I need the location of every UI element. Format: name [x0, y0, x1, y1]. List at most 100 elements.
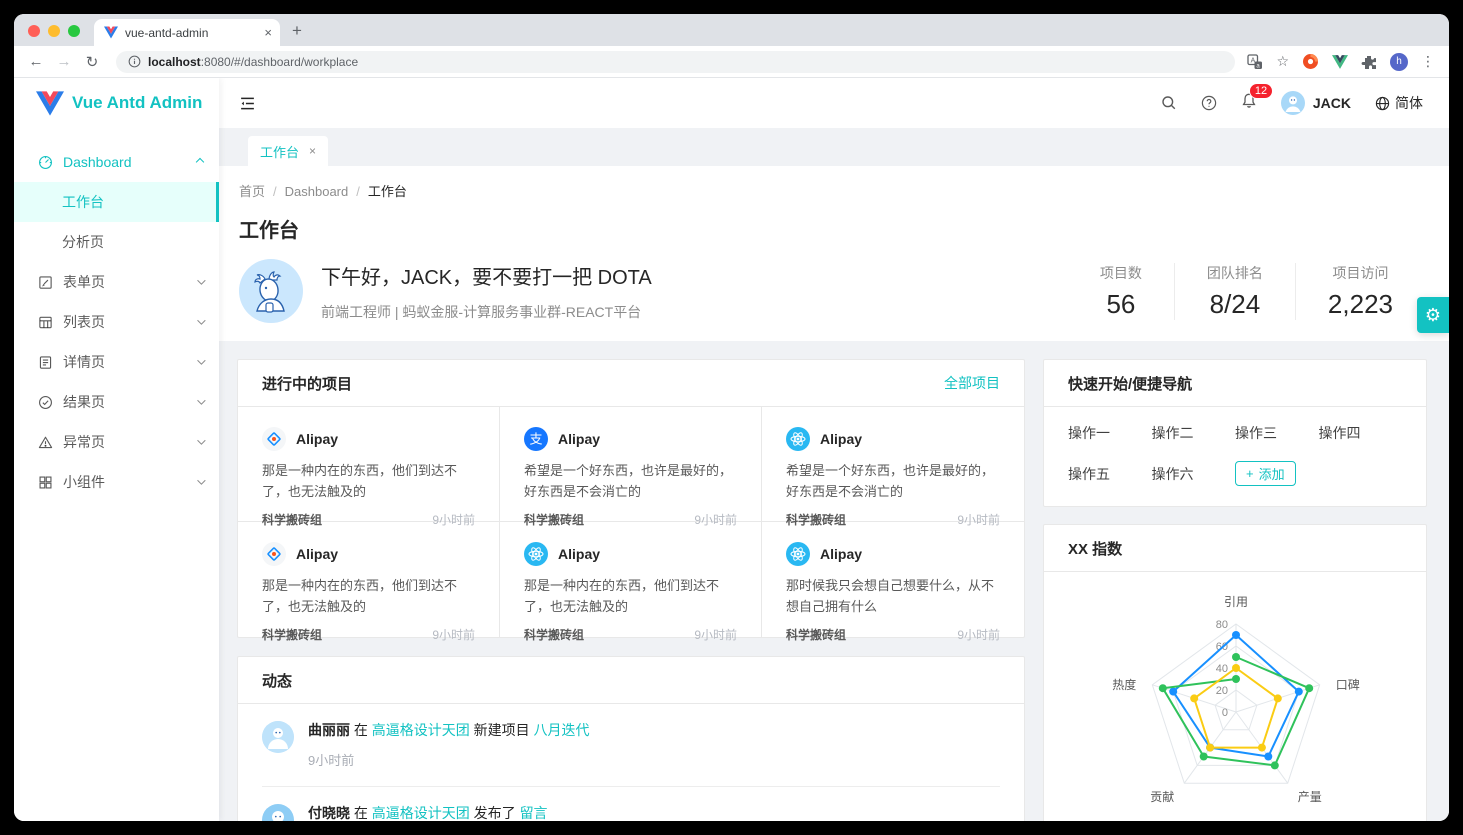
minimize-window-button[interactable]	[48, 25, 60, 37]
project-title[interactable]: Alipay	[820, 431, 862, 447]
sidebar-item-detail[interactable]: 详情页	[14, 342, 219, 382]
activity-link[interactable]: 高逼格设计天团	[372, 722, 470, 738]
project-title[interactable]: Alipay	[820, 546, 862, 562]
user-menu[interactable]: JACK	[1281, 91, 1351, 115]
breadcrumb-separator: /	[356, 184, 360, 199]
breadcrumb-current: 工作台	[368, 184, 407, 199]
breadcrumb-home[interactable]: 首页	[239, 184, 265, 199]
back-icon[interactable]: ←	[24, 53, 48, 70]
project-group[interactable]: 科学搬砖组	[786, 626, 846, 643]
project-card[interactable]: Alipay希望是一个好东西，也许是最好的，好东西是不会消亡的科学搬砖组9小时前	[762, 407, 1024, 522]
menu-fold-icon[interactable]	[219, 95, 276, 112]
app-header: 12 JACK 简体	[219, 78, 1449, 128]
header-actions: 12 JACK 简体	[1161, 91, 1449, 115]
project-card[interactable]: Alipay那时候我只会想自己想要什么，从不想自己拥有什么科学搬砖组9小时前	[762, 522, 1024, 637]
page-tabs-bar: 工作台 ×	[219, 128, 1449, 166]
browser-tab[interactable]: vue-antd-admin ×	[94, 19, 280, 46]
sidebar-item-label: 小组件	[63, 472, 187, 492]
add-button[interactable]: +添加	[1235, 461, 1296, 486]
project-title[interactable]: Alipay	[558, 431, 600, 447]
tab-workplace[interactable]: 工作台 ×	[248, 136, 328, 166]
stat-value: 8/24	[1207, 289, 1263, 320]
stat-value: 56	[1100, 289, 1142, 320]
activity-link[interactable]: 高逼格设计天团	[372, 805, 470, 821]
app-root: Vue Antd Admin Dashboard 工作台 分析页 表单页	[14, 78, 1449, 821]
svg-text:0: 0	[1222, 707, 1228, 719]
project-card[interactable]: Alipay那是一种内在的东西，他们到达不了，也无法触及的科学搬砖组9小时前	[238, 522, 500, 637]
breadcrumb-dashboard[interactable]: Dashboard	[285, 184, 349, 199]
vue-devtools-icon[interactable]	[1332, 55, 1348, 69]
project-group[interactable]: 科学搬砖组	[524, 626, 584, 643]
extensions-puzzle-icon[interactable]	[1361, 54, 1377, 70]
notification-bell[interactable]: 12	[1241, 92, 1257, 114]
activity-text: 发布了	[474, 805, 516, 821]
quicknav-link[interactable]: 操作二	[1152, 423, 1236, 443]
reload-icon[interactable]: ↻	[80, 53, 104, 71]
sidebar-item-dashboard[interactable]: Dashboard	[14, 142, 219, 182]
site-info-icon[interactable]	[128, 55, 141, 68]
radar-chart: 020406080引用口碑产量贡献热度	[1044, 584, 1428, 821]
project-card[interactable]: Alipay那是一种内在的东西，他们到达不了，也无法触及的科学搬砖组9小时前	[238, 407, 500, 522]
sidebar-item-label: 异常页	[63, 432, 187, 452]
tab-close-icon[interactable]: ×	[309, 144, 316, 158]
sidebar-item-result[interactable]: 结果页	[14, 382, 219, 422]
project-time: 9小时前	[694, 626, 737, 643]
sidebar-item-widgets[interactable]: 小组件	[14, 462, 219, 502]
activity-item: 付晓晓 在 高逼格设计天团 发布了 留言 9小时前	[262, 787, 1000, 821]
project-title[interactable]: Alipay	[296, 546, 338, 562]
settings-gear-button[interactable]: ⚙	[1417, 297, 1449, 333]
browser-window: vue-antd-admin × + ← → ↻ localhost:8080/…	[14, 14, 1449, 821]
activity-text: 新建项目	[474, 722, 530, 738]
sidebar-item-exception[interactable]: 异常页	[14, 422, 219, 462]
quicknav-link[interactable]: 操作六	[1152, 464, 1236, 484]
antd-logo-icon	[262, 542, 286, 566]
project-card[interactable]: 支Alipay希望是一个好东西，也许是最好的，好东西是不会消亡的科学搬砖组9小时…	[500, 407, 762, 522]
browser-tabstrip: vue-antd-admin × +	[14, 14, 1449, 46]
project-head: Alipay	[786, 427, 1000, 451]
zoom-window-button[interactable]	[68, 25, 80, 37]
language-switch[interactable]: 简体	[1375, 93, 1423, 113]
activity-content: 曲丽丽 在 高逼格设计天团 新建项目 八月迭代 9小时前	[308, 721, 590, 769]
bookmark-star-icon[interactable]: ☆	[1276, 53, 1289, 70]
project-title[interactable]: Alipay	[296, 431, 338, 447]
vue-logo-icon	[36, 91, 64, 116]
quicknav-link[interactable]: 操作三	[1235, 423, 1319, 443]
browser-profile-avatar[interactable]: h	[1390, 53, 1408, 71]
quicknav-link[interactable]: 操作一	[1068, 423, 1152, 443]
project-head: Alipay	[786, 542, 1000, 566]
appstore-icon	[38, 475, 53, 490]
activity-user[interactable]: 曲丽丽	[308, 722, 350, 738]
project-head: 支Alipay	[524, 427, 737, 451]
close-window-button[interactable]	[28, 25, 40, 37]
sidebar-item-label: 列表页	[63, 312, 187, 332]
projects-grid: Alipay那是一种内在的东西，他们到达不了，也无法触及的科学搬砖组9小时前支A…	[238, 407, 1024, 637]
help-icon[interactable]	[1201, 95, 1217, 111]
quicknav-link[interactable]: 操作四	[1319, 423, 1403, 443]
activity-user[interactable]: 付晓晓	[308, 805, 350, 821]
chevron-down-icon	[197, 316, 205, 324]
new-tab-button[interactable]: +	[280, 21, 314, 46]
forward-icon[interactable]: →	[52, 53, 76, 70]
activity-link[interactable]: 八月迭代	[534, 722, 590, 738]
extension-orange-icon[interactable]	[1302, 53, 1319, 70]
all-projects-link[interactable]: 全部项目	[944, 373, 1000, 393]
quicknav-link[interactable]: 操作五	[1068, 464, 1152, 484]
project-card[interactable]: Alipay那是一种内在的东西，他们到达不了，也无法触及的科学搬砖组9小时前	[500, 522, 762, 637]
sidebar-item-form[interactable]: 表单页	[14, 262, 219, 302]
address-bar[interactable]: localhost:8080/#/dashboard/workplace	[116, 51, 1235, 73]
browser-menu-icon[interactable]: ⋮	[1421, 53, 1435, 70]
sidebar-item-analysis[interactable]: 分析页	[14, 222, 219, 262]
sidebar-item-list[interactable]: 列表页	[14, 302, 219, 342]
activity-link[interactable]: 留言	[520, 805, 548, 821]
tab-close-icon[interactable]: ×	[264, 25, 272, 40]
search-icon[interactable]	[1161, 95, 1177, 111]
translate-icon[interactable]: Aa	[1247, 54, 1263, 70]
project-group[interactable]: 科学搬砖组	[262, 626, 322, 643]
sidebar-menu: Dashboard 工作台 分析页 表单页 列表页	[14, 128, 219, 502]
activity-avatar	[262, 804, 294, 821]
project-title[interactable]: Alipay	[558, 546, 600, 562]
sidebar-item-workplace[interactable]: 工作台	[14, 182, 219, 222]
deer-avatar	[239, 259, 303, 323]
app-logo[interactable]: Vue Antd Admin	[14, 78, 219, 128]
profile-icon	[38, 355, 53, 370]
